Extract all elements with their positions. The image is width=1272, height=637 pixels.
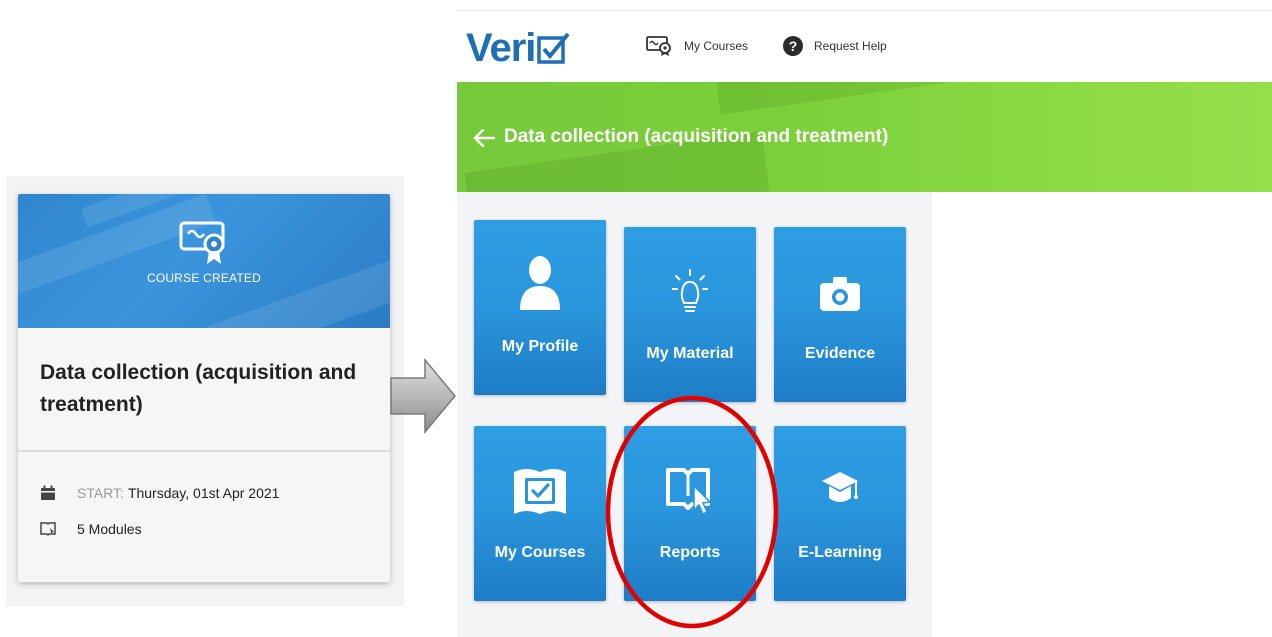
tile-e-learning[interactable]: E-Learning [774,426,906,601]
top-border [457,10,1272,11]
tile-my-courses-label: My Courses [494,544,586,561]
course-start-row: START: Thursday, 01st Apr 2021 [40,482,279,504]
tile-my-material[interactable]: My Material [624,227,756,402]
tile-evidence-label: Evidence [804,345,876,362]
calendar-icon [41,485,55,500]
nav-my-courses[interactable]: My Courses [646,34,748,58]
tile-my-courses[interactable]: My Courses [474,426,606,601]
book-pointer-icon [666,468,712,516]
card-divider [18,450,390,452]
logo-text: Veri [466,26,536,70]
certificate-icon [646,36,671,56]
certificate-icon [179,221,225,264]
modules-count: 5 Modules [77,521,142,537]
back-arrow-icon[interactable] [473,129,495,147]
tile-e-learning-label: E-Learning [798,544,882,561]
tile-my-profile-label: My Profile [501,338,579,355]
tile-reports-label: Reports [659,544,721,561]
user-icon [520,256,560,310]
nav-request-help-label: Request Help [814,39,887,53]
check-box-icon [537,32,570,64]
start-label: START: [77,485,124,501]
tile-evidence[interactable]: Evidence [774,227,906,402]
camera-icon [820,277,860,311]
start-date: Thursday, 01st Apr 2021 [127,485,280,501]
course-status-badge: COURSE CREATED [147,271,261,285]
course-header-banner: Data collection (acquisition and treatme… [457,82,1272,192]
tile-reports[interactable]: Reports [624,426,756,601]
book-icon [40,522,56,537]
lightbulb-icon [672,269,708,312]
course-card-banner: COURSE CREATED [18,194,390,328]
course-card-title: Data collection (acquisition and treatme… [40,361,357,416]
veri-logo[interactable]: Veri [466,24,573,68]
tile-my-profile[interactable]: My Profile [474,220,606,395]
course-card[interactable]: COURSE CREATED Data collection (acquisit… [18,194,390,582]
nav-request-help[interactable]: ? Request Help [782,34,887,58]
nav-my-courses-label: My Courses [684,39,749,53]
book-check-icon [514,469,566,514]
tile-my-material-label: My Material [646,345,734,362]
svg-text:?: ? [789,38,798,54]
graduation-cap-icon [822,472,858,502]
course-header-title: Data collection (acquisition and treatme… [504,126,889,147]
course-modules-row: 5 Modules [40,518,142,540]
question-icon: ? [783,36,803,56]
right-arrow-icon [390,358,456,434]
